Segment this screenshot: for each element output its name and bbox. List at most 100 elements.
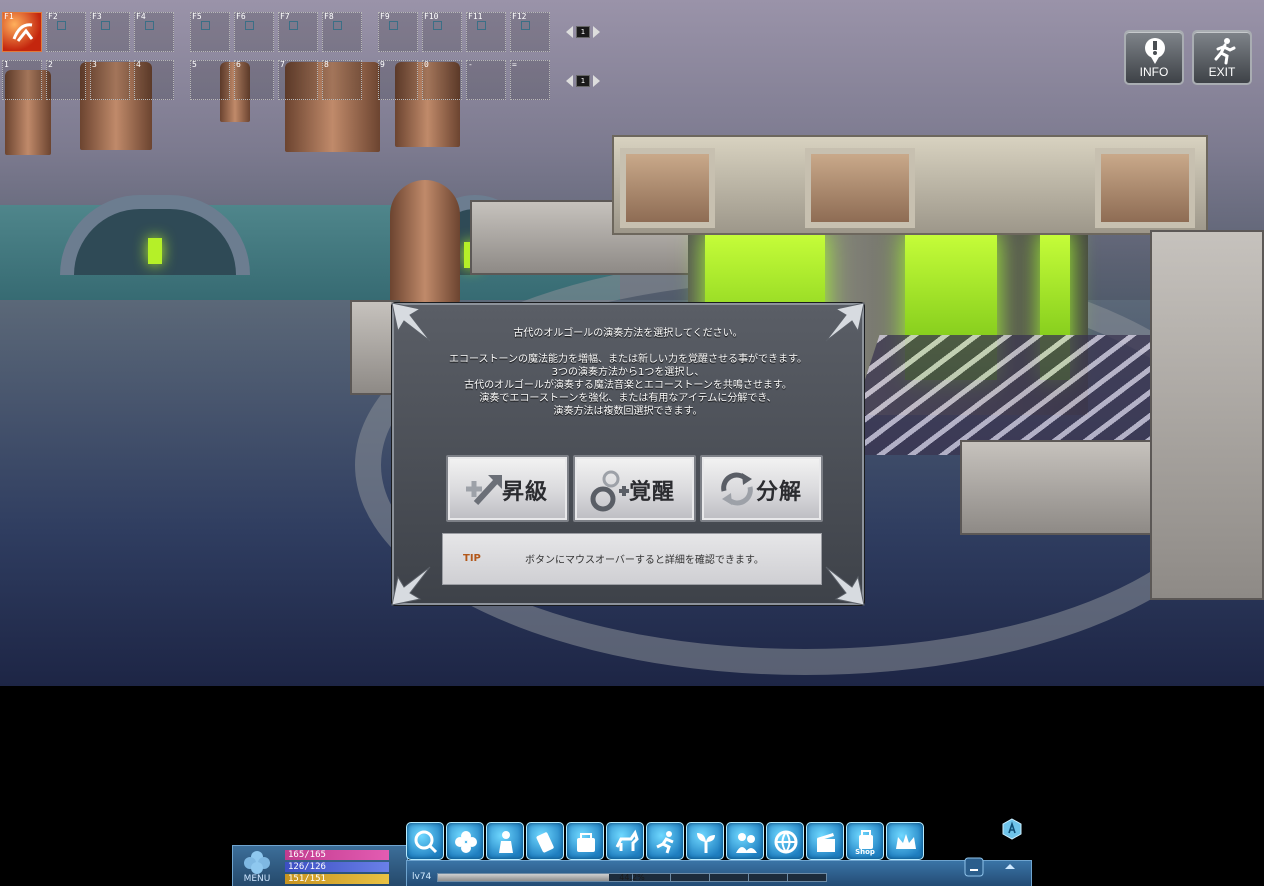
slot-placeholder-icon: [289, 21, 298, 30]
skill-slot-minus[interactable]: -: [466, 60, 506, 100]
info-button[interactable]: INFO: [1124, 30, 1184, 85]
page-prev-icon[interactable]: [566, 26, 573, 38]
skill-slot-f11[interactable]: F11: [466, 12, 506, 52]
slot-placeholder-icon: [145, 21, 154, 30]
party-button[interactable]: [726, 822, 764, 860]
slot-key-label: 4: [136, 60, 141, 69]
skill-slot-2[interactable]: 2: [46, 60, 86, 100]
awaken-circles-icon: [590, 470, 629, 512]
disassemble-button[interactable]: 分解: [700, 455, 823, 522]
slot-key-label: 3: [92, 60, 97, 69]
page-next-icon[interactable]: [593, 75, 600, 87]
character-button[interactable]: [486, 822, 524, 860]
skill-slot-f4[interactable]: F4: [134, 12, 174, 52]
music-box-dialog: 古代のオルゴールの演奏方法を選択してください。 エコーストーンの魔法能力を増幅、…: [391, 302, 865, 606]
experience-percent: 44.2%: [619, 873, 645, 882]
skills-button[interactable]: [526, 822, 564, 860]
dialog-text-line: エコーストーンの魔法能力を増幅、または新しい力を覚醒させる事ができます。: [449, 354, 807, 365]
community-button[interactable]: [446, 822, 484, 860]
stone-column: [1150, 230, 1264, 600]
skill-slot-8[interactable]: 8: [322, 60, 362, 100]
skillbar-pager-1: 1: [566, 26, 600, 38]
clover-icon: [455, 831, 477, 853]
skill-slot-f10[interactable]: F10: [422, 12, 462, 52]
page-number: 1: [576, 75, 590, 87]
page-number: 1: [576, 26, 590, 38]
minimize-button[interactable]: [964, 857, 984, 877]
tower-slot: [1095, 148, 1195, 228]
pet-icon: [615, 829, 639, 851]
slot-placeholder-icon: [333, 21, 342, 30]
character-icon: [499, 831, 513, 853]
skill-slot-f2[interactable]: F2: [46, 12, 86, 52]
skill-slot-f5[interactable]: F5: [190, 12, 230, 52]
world-button[interactable]: [766, 822, 804, 860]
menu-button[interactable]: MENU: [235, 848, 279, 885]
dialog-text-line: 演奏方法は複数回選択できます。: [553, 406, 703, 417]
skill-slot-4[interactable]: 4: [134, 60, 174, 100]
action-button[interactable]: [646, 822, 684, 860]
skill-slot-f3[interactable]: F3: [90, 12, 130, 52]
skill-slot-6[interactable]: 6: [234, 60, 274, 100]
upgrade-arrow-icon: [466, 475, 502, 506]
glow-marker: [148, 238, 162, 264]
disassemble-button-label: 分解: [756, 480, 803, 505]
ornament-corner-icon: [391, 566, 431, 606]
crown-icon: [896, 834, 916, 849]
slot-key-label: 8: [324, 60, 329, 69]
party-icon: [736, 833, 757, 853]
hp-bar: 165/165: [285, 850, 389, 860]
notification-button[interactable]: [1001, 818, 1022, 840]
copper-spire: [390, 180, 460, 305]
awaken-button-label: 覚醒: [629, 480, 676, 505]
hex-pattern: [840, 335, 1200, 455]
pet-button[interactable]: [606, 822, 644, 860]
skillbar-pager-2: 1: [566, 75, 600, 87]
experience-bar: 44.2%: [437, 873, 827, 882]
life-skill-button[interactable]: [686, 822, 724, 860]
slot-key-label: 1: [4, 60, 9, 69]
slot-key-label: 5: [192, 60, 197, 69]
inventory-icon: [577, 833, 595, 852]
skill-slot-f6[interactable]: F6: [234, 12, 274, 52]
skill-slot-3[interactable]: 3: [90, 60, 130, 100]
slot-placeholder-icon: [389, 21, 398, 30]
skill-slot-f1[interactable]: F1: [2, 12, 42, 52]
skill-slot-f7[interactable]: F7: [278, 12, 318, 52]
upgrade-button[interactable]: 昇級: [446, 455, 569, 522]
dash-skill-icon: [12, 23, 34, 42]
skill-slot-7[interactable]: 7: [278, 60, 318, 100]
clapperboard-icon: [817, 833, 835, 852]
slot-key-label: 9: [380, 60, 385, 69]
page-next-icon[interactable]: [593, 26, 600, 38]
tip-text: ボタンにマウスオーバーすると詳細を確認できます。: [525, 555, 764, 566]
menu-flower-icon: [244, 851, 270, 874]
skill-slot-f8[interactable]: F8: [322, 12, 362, 52]
skill-slot-0[interactable]: 0: [422, 60, 462, 100]
ranking-button[interactable]: [886, 822, 924, 860]
search-button[interactable]: [406, 822, 444, 860]
page-prev-icon[interactable]: [566, 75, 573, 87]
skill-slot-1[interactable]: 1: [2, 60, 42, 100]
skill-icon: [536, 832, 554, 853]
shop-button[interactable]: Shop: [846, 822, 884, 860]
skill-slot-equals[interactable]: =: [510, 60, 550, 100]
shop-icon: [859, 830, 873, 849]
skill-slot-f9[interactable]: F9: [378, 12, 418, 52]
shop-label: Shop: [855, 848, 875, 856]
dialog-title-line: 古代のオルゴールの演奏方法を選択してください。: [513, 328, 743, 339]
inventory-button[interactable]: [566, 822, 604, 860]
slot-key-label: 7: [280, 60, 285, 69]
recycle-arrows-icon: [721, 472, 753, 506]
awaken-button[interactable]: 覚醒: [573, 455, 696, 522]
skill-slot-f12[interactable]: F12: [510, 12, 550, 52]
tower-slot: [805, 148, 915, 228]
exit-button[interactable]: EXIT: [1192, 30, 1252, 85]
expand-button[interactable]: [1000, 857, 1020, 877]
skill-slot-5[interactable]: 5: [190, 60, 230, 100]
globe-icon: [774, 830, 798, 854]
skill-slot-9[interactable]: 9: [378, 60, 418, 100]
gem-notice-icon: [1002, 818, 1022, 840]
movie-button[interactable]: [806, 822, 844, 860]
slot-placeholder-icon: [477, 21, 486, 30]
